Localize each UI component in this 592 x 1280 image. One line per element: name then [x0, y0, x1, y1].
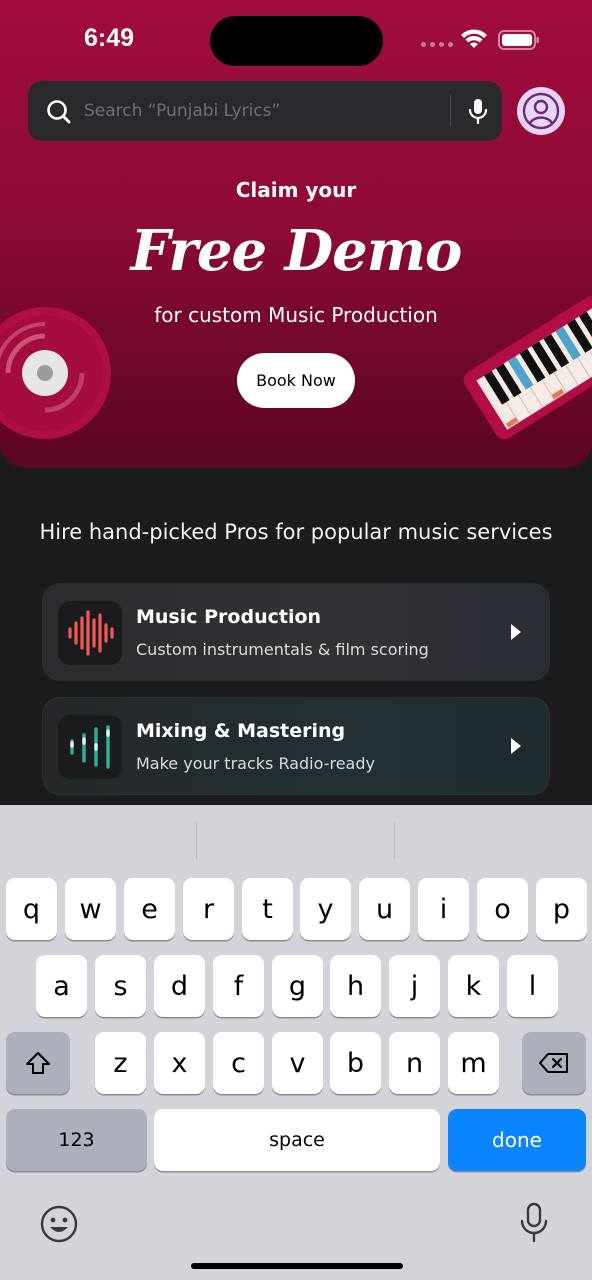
service-title: Mixing & Mastering [136, 720, 346, 742]
key-n[interactable]: n [389, 1032, 440, 1094]
microphone-icon[interactable] [465, 97, 491, 125]
numbers-key[interactable]: 123 [6, 1109, 147, 1171]
key-z[interactable]: z [95, 1032, 146, 1094]
key-o[interactable]: o [477, 878, 528, 940]
search-divider [450, 95, 451, 127]
search-bar[interactable] [28, 81, 502, 141]
signal-icon [421, 42, 453, 47]
key-y[interactable]: y [300, 878, 351, 940]
key-j[interactable]: j [389, 955, 440, 1017]
key-d[interactable]: d [154, 955, 205, 1017]
waveform-icon [68, 610, 114, 656]
play-arrow-icon [511, 738, 521, 754]
key-c[interactable]: c [213, 1032, 264, 1094]
battery-icon [498, 30, 539, 50]
services-heading: Hire hand-picked Pros for popular music … [39, 520, 553, 544]
service-title: Music Production [136, 606, 322, 628]
user-icon [522, 92, 560, 130]
key-e[interactable]: e [124, 878, 175, 940]
service-card-music-production[interactable]: Music Production Custom instrumentals & … [42, 583, 550, 681]
service-card-mixing-mastering[interactable]: Mixing & Mastering Make your tracks Radi… [42, 697, 550, 795]
delete-key[interactable] [522, 1032, 586, 1094]
key-f[interactable]: f [213, 955, 264, 1017]
key-g[interactable]: g [272, 955, 323, 1017]
key-w[interactable]: w [65, 878, 116, 940]
key-m[interactable]: m [448, 1032, 499, 1094]
service-subtitle: Make your tracks Radio-ready [136, 754, 375, 773]
promo-banner: 6:49 Claim yo [0, 0, 592, 468]
key-v[interactable]: v [272, 1032, 323, 1094]
space-key[interactable]: space [154, 1109, 440, 1171]
key-p[interactable]: p [536, 878, 587, 940]
search-input[interactable] [84, 95, 444, 127]
key-r[interactable]: r [183, 878, 234, 940]
prediction-divider [394, 823, 395, 859]
key-k[interactable]: k [448, 955, 499, 1017]
emoji-icon[interactable] [39, 1204, 79, 1244]
profile-avatar[interactable] [517, 87, 565, 135]
prediction-divider [196, 823, 197, 859]
status-time: 6:49 [84, 24, 135, 52]
home-indicator [191, 1263, 403, 1269]
key-s[interactable]: s [95, 955, 146, 1017]
on-screen-keyboard: q w e r t y u i o p a s d f g h j k l z … [0, 805, 592, 1280]
service-subtitle: Custom instrumentals & film scoring [136, 640, 429, 659]
backspace-icon [539, 1053, 568, 1073]
key-i[interactable]: i [418, 878, 469, 940]
key-b[interactable]: b [330, 1032, 381, 1094]
service-icon-container [58, 715, 122, 779]
key-u[interactable]: u [359, 878, 410, 940]
keyboard-instrument-icon [463, 295, 592, 440]
promo-claim-text: Claim your [235, 178, 357, 202]
book-now-button[interactable]: Book Now [237, 353, 355, 408]
key-t[interactable]: t [242, 878, 293, 940]
shift-key[interactable] [6, 1032, 70, 1094]
key-q[interactable]: q [6, 878, 57, 940]
done-key[interactable]: done [448, 1109, 586, 1171]
key-a[interactable]: a [36, 955, 87, 1017]
dictation-microphone-icon[interactable] [519, 1202, 549, 1244]
equalizer-icon [70, 725, 110, 769]
key-x[interactable]: x [154, 1032, 205, 1094]
play-arrow-icon [511, 624, 521, 640]
search-icon [47, 100, 71, 124]
vinyl-record-icon [0, 307, 111, 439]
shift-icon [26, 1052, 50, 1074]
key-l[interactable]: l [507, 955, 558, 1017]
status-bar: 6:49 [0, 0, 592, 80]
dynamic-island [210, 16, 383, 66]
key-h[interactable]: h [330, 955, 381, 1017]
wifi-icon [461, 29, 487, 48]
service-icon-container [58, 601, 122, 665]
